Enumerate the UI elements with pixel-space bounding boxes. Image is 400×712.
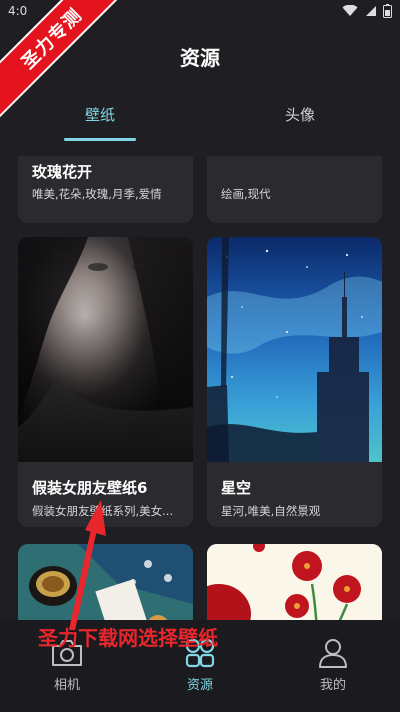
wallpaper-card-girlfriend[interactable]: 假装女朋友壁纸6 假装女朋友壁纸系列,美女... <box>18 237 193 527</box>
wifi-icon <box>342 5 358 16</box>
tab-wallpaper[interactable]: 壁纸 <box>30 104 170 125</box>
nav-mine[interactable]: 我的 <box>283 638 383 693</box>
flowers-thumbnail <box>207 544 382 620</box>
annotation-arrow-icon <box>69 500 106 630</box>
wallpaper-card-flowers[interactable] <box>207 544 382 620</box>
status-time: 4:0 <box>8 4 28 18</box>
card-tags: 绘画,现代 <box>221 187 271 201</box>
active-tab-indicator <box>64 138 136 141</box>
tab-avatar[interactable]: 头像 <box>230 104 370 125</box>
signal-icon <box>366 6 376 16</box>
starry-sky-thumbnail <box>207 237 382 462</box>
wallpaper-card-painting[interactable]: 绘画,现代 <box>207 156 382 223</box>
portrait-thumbnail <box>18 237 193 462</box>
category-tabs: 壁纸 头像 <box>0 96 400 146</box>
card-title: 玫瑰花开 <box>32 163 93 181</box>
nav-mine-label: 我的 <box>319 678 346 693</box>
annotation-caption: 圣力下载网选择壁纸 <box>38 626 218 650</box>
card-tags: 唯美,花朵,玫瑰,月季,爱情 <box>32 187 162 201</box>
wallpaper-card-starry-sky[interactable]: 星空 星河,唯美,自然景观 <box>207 237 382 527</box>
person-icon <box>319 639 347 668</box>
card-title: 假装女朋友壁纸6 <box>32 479 148 497</box>
wallpaper-card-rose[interactable]: 玫瑰花开 唯美,花朵,玫瑰,月季,爱情 <box>18 156 193 223</box>
battery-icon <box>383 4 392 18</box>
status-icons <box>342 4 392 18</box>
nav-resources-label: 资源 <box>186 678 213 693</box>
card-title: 星空 <box>221 479 252 497</box>
nav-camera-label: 相机 <box>53 678 80 693</box>
card-tags: 星河,唯美,自然景观 <box>221 504 321 518</box>
